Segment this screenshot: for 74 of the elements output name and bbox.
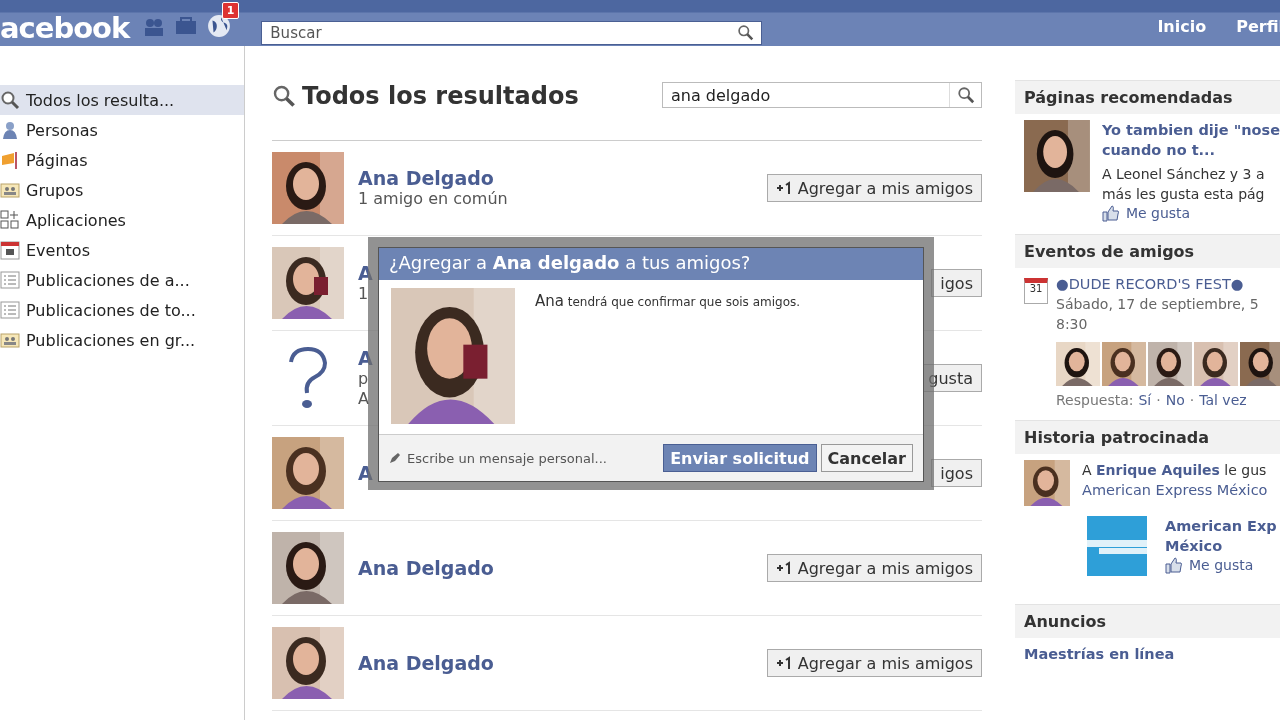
thumbs-up-icon [1101, 204, 1120, 222]
card-logo [1087, 516, 1147, 576]
section-header: Eventos de amigos [1015, 234, 1280, 268]
page-link[interactable]: American Express México [1082, 480, 1268, 500]
rsvp-link[interactable]: Sí [1138, 392, 1152, 408]
add-friend-button[interactable]: Agregar a mis amigos [766, 174, 982, 202]
add-friend-button[interactable]: Agregar a mis amigos [766, 554, 982, 582]
query-field[interactable]: ana delgado [662, 82, 982, 108]
send-request-button[interactable]: Enviar solicitud [663, 444, 817, 472]
person-name[interactable]: Ana Delgado [358, 652, 494, 674]
page-name[interactable]: cuando no t... [1101, 140, 1216, 160]
search-icon [0, 90, 20, 110]
thumbs-up-icon [1165, 556, 1183, 574]
pencil-icon [389, 452, 401, 464]
like-link[interactable]: Me gusta [1165, 556, 1254, 574]
add-friend-button[interactable]: Agregar a mis amigos [766, 649, 982, 677]
dialog-message: Ana tendrá que confirmar que sois amigos. [535, 291, 801, 312]
add-friend-button[interactable]: igos [931, 459, 982, 487]
cancel-button[interactable]: Cancelar [820, 444, 913, 472]
add-friend-icon [775, 181, 792, 195]
page-name[interactable]: American Exp [1165, 516, 1277, 536]
add-friend-icon [775, 656, 792, 670]
nav-link[interactable]: Inicio [1157, 16, 1207, 36]
section-header: Anuncios [1015, 604, 1280, 638]
person-icon [0, 120, 20, 140]
nav-link[interactable]: Perfil [1236, 16, 1280, 36]
page-name[interactable]: México [1165, 536, 1223, 556]
calendar-icon: 31 [1024, 278, 1048, 304]
rsvp-label: Respuesta: [1056, 392, 1134, 408]
rsvp-link[interactable]: Tal vez [1199, 392, 1247, 408]
message-field[interactable]: Escribe un mensaje personal... [405, 449, 629, 467]
apps-icon [0, 210, 20, 230]
sidebar-item[interactable]: Grupos [0, 175, 244, 205]
add-friend-icon [775, 561, 792, 575]
search-icon [272, 84, 296, 108]
notification-badge: 1 [221, 2, 240, 19]
ad-title[interactable]: Maestrías en línea [1024, 644, 1175, 664]
flag-icon [0, 150, 20, 170]
event-date: 8:30 [1056, 315, 1088, 334]
result-detail: p [358, 369, 369, 389]
sidebar-item[interactable]: Aplicaciones [0, 205, 244, 235]
sidebar-item[interactable]: Publicaciones de a... [0, 265, 244, 295]
result-detail: 1 amigo en común [358, 189, 508, 209]
sidebar-item[interactable]: Publicaciones en gr... [0, 325, 244, 355]
page-info: más les gusta esta pág [1101, 185, 1265, 204]
event-name[interactable]: ●DUDE RECORD'S FEST● [1056, 274, 1244, 294]
globe-icon[interactable] [207, 14, 232, 38]
event-date: Sábado, 17 de septiembre, 5 [1056, 295, 1259, 314]
sidebar-item[interactable]: Personas [0, 115, 244, 145]
rsvp-link[interactable]: No [1165, 392, 1185, 408]
sidebar-item[interactable]: Publicaciones de to... [0, 295, 244, 325]
dialog-title: ¿Agregar a Ana delgado a tus amigos? [379, 248, 923, 280]
section-header: Historia patrocinada [1015, 420, 1280, 454]
search-icon [737, 24, 755, 41]
person-name[interactable]: Ana Delgado [358, 167, 494, 189]
search-field[interactable]: Buscar [261, 21, 763, 45]
sidebar-item[interactable]: Páginas [0, 145, 244, 175]
results-title: Todos los resultados [302, 82, 579, 110]
separator-dot: · [1189, 392, 1195, 408]
separator-dot: · [1156, 392, 1161, 408]
facebook-logo[interactable]: acebook [0, 8, 144, 48]
sponsored-story: A Enrique Aquiles le gus [1082, 461, 1267, 480]
group-icon [0, 180, 20, 200]
like-link[interactable]: Me gusta [1101, 204, 1191, 222]
sidebar-item[interactable]: Todos los resulta... [0, 85, 244, 115]
add-friend-button[interactable]: igos [931, 269, 982, 297]
section-header: Páginas recomendadas [1015, 80, 1280, 114]
person-name[interactable]: Ana Delgado [358, 557, 494, 579]
result-detail: 1 [358, 284, 369, 304]
page-info: A Leonel Sánchez y 3 a [1101, 165, 1265, 184]
group-icon [0, 330, 20, 350]
search-icon [956, 86, 975, 104]
page-name[interactable]: Yo tambien dije "nose [1101, 120, 1280, 140]
sidebar-item[interactable]: Eventos [0, 235, 244, 265]
